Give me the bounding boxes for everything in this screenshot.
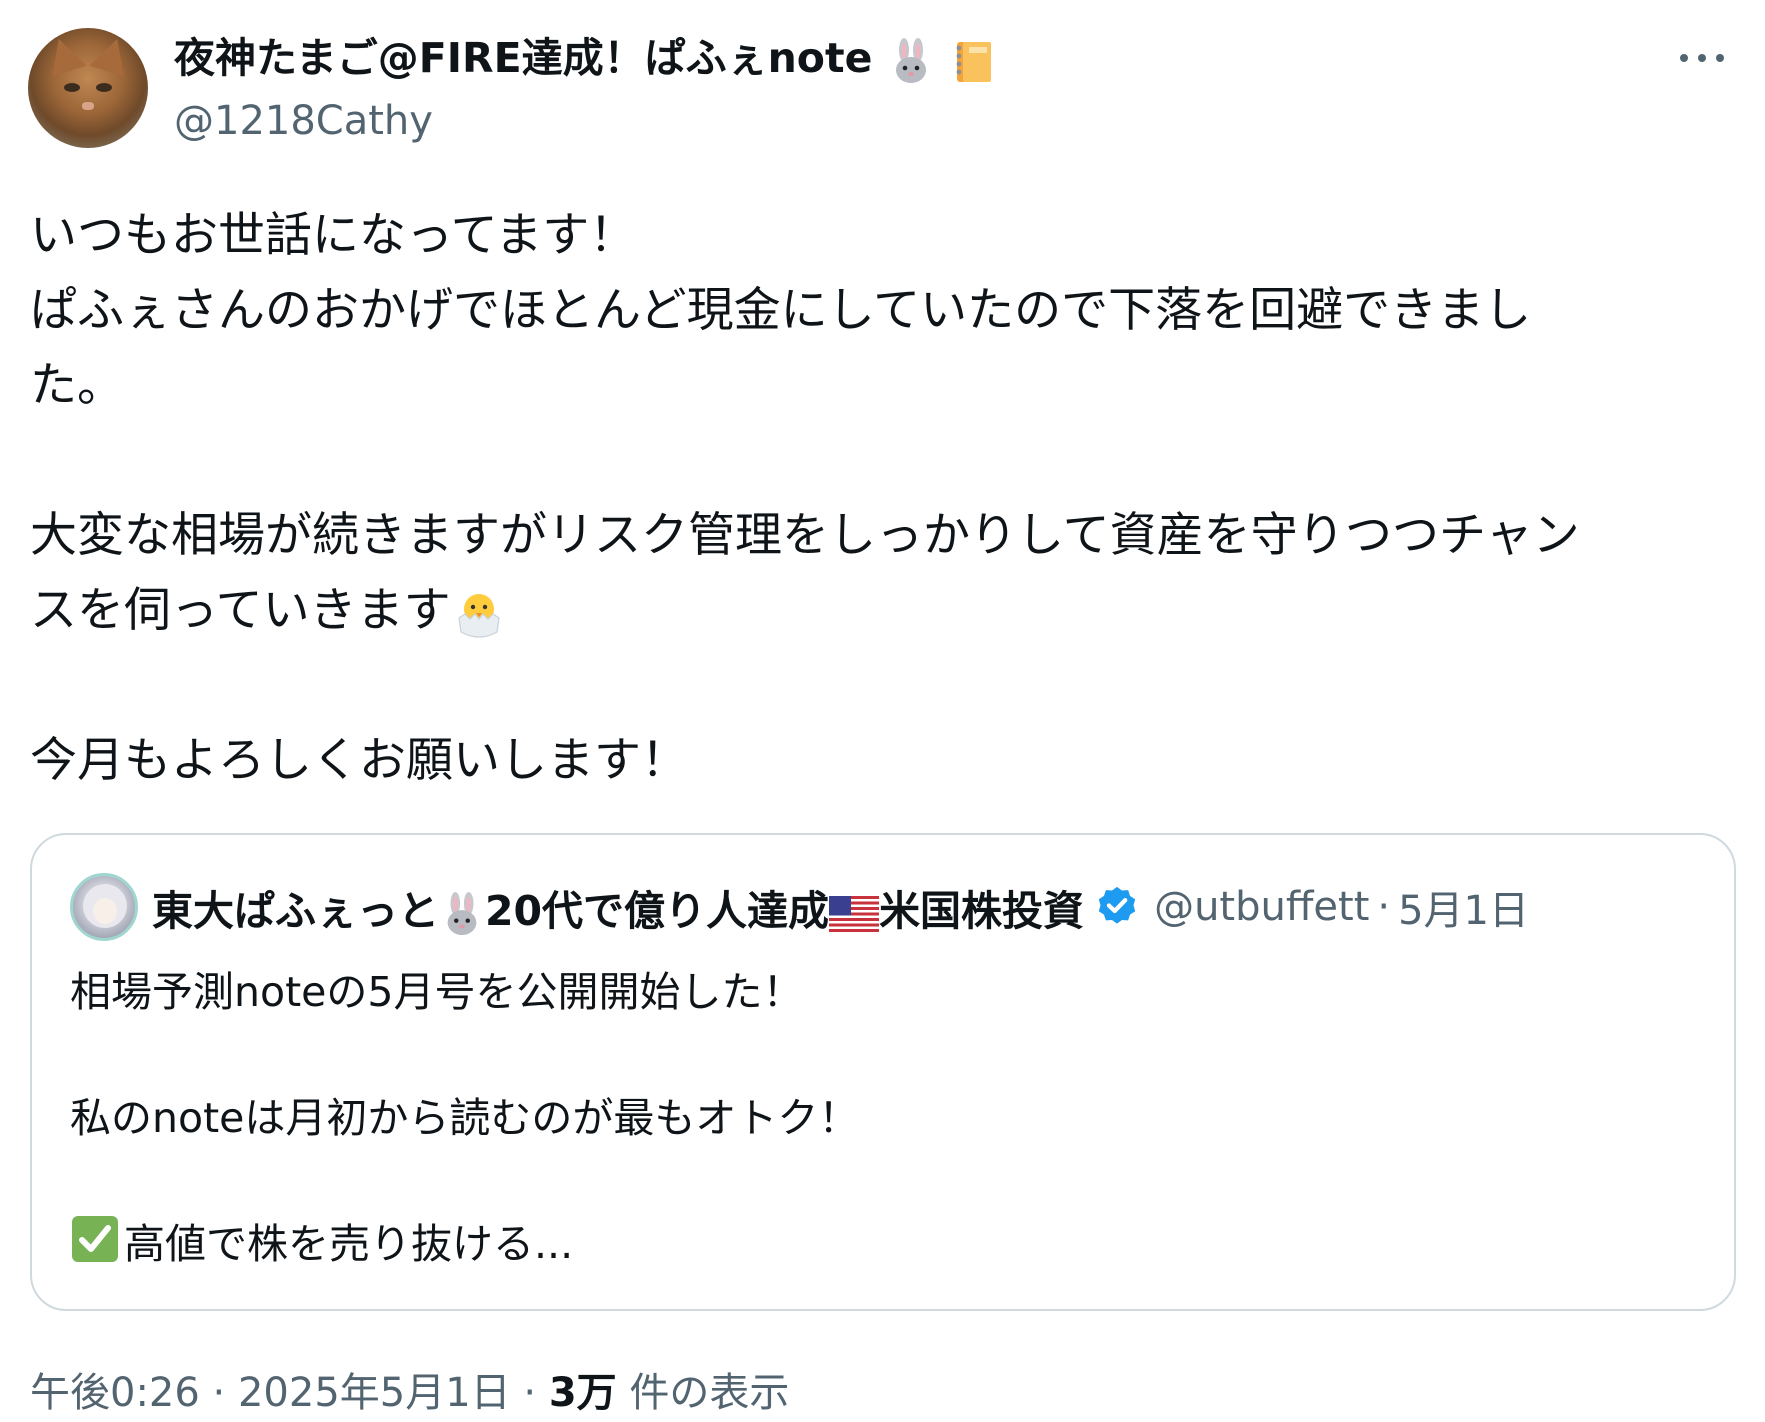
body-line: 今月もよろしくお願いします！	[30, 733, 688, 788]
author-avatar[interactable]	[28, 28, 148, 148]
verified-badge-icon	[1098, 886, 1136, 924]
quoted-line: 私のnoteは月初から読むのが最もオトク！	[70, 1094, 860, 1142]
check-mark-button-emoji	[72, 1216, 118, 1262]
quoted-line-text: 高値で株を売り抜ける...	[124, 1220, 574, 1268]
separator: ·	[523, 1370, 537, 1416]
tweet-metadata: 午後0:26 · 2025年5月1日 · 3万 件の表示	[30, 1366, 789, 1420]
views-label: 件の表示	[629, 1370, 790, 1416]
body-line: ぱふぇさんのおかげでほとんど現金にしていたので下落を回避できまし	[30, 283, 1532, 338]
us-flag-emoji	[829, 896, 880, 932]
dot-icon	[1680, 54, 1688, 62]
quoted-name-part: 米国株投資	[879, 887, 1085, 935]
body-line: いつもお世話になってます！	[30, 208, 637, 263]
body-line: 大変な相場が続きますがリスク管理をしっかりして資産を守りつつチャン	[30, 508, 1580, 563]
quoted-tweet-date[interactable]: 5月1日	[1398, 878, 1529, 936]
separator: ·	[1377, 884, 1391, 930]
quoted-line: 相場予測noteの5月号を公開開始した！	[70, 968, 804, 1016]
dot-icon	[1716, 54, 1724, 62]
hatching-chick-emoji	[458, 593, 500, 638]
rabbit-emoji	[895, 38, 926, 83]
author-name-text: 夜神たまご@FIRE達成！ぱふぇnote	[174, 34, 873, 82]
tweet-body: いつもお世話になってます！ ぱふぇさんのおかげでほとんど現金にしていたので下落を…	[30, 198, 1730, 798]
quoted-name-part: 東大ぱふぇっと	[152, 887, 439, 935]
author-display-name[interactable]: 夜神たまご@FIRE達成！ぱふぇnote	[174, 30, 997, 86]
quoted-tweet-body: 相場予測noteの5月号を公開開始した！ 私のnoteは月初から読むのが最もオト…	[70, 961, 1690, 1276]
views-count[interactable]: 3万	[549, 1370, 617, 1416]
post-date[interactable]: 2025年5月1日	[238, 1370, 511, 1416]
quoted-line-with-emoji: 高値で株を売り抜ける...	[70, 1213, 1690, 1276]
quoted-author-avatar[interactable]	[70, 873, 138, 941]
quoted-tweet-header: 東大ぱふぇっと 20代で億り人達成 米国株投資 @utbuffett · 5月1…	[152, 875, 1529, 939]
notebook-emoji	[956, 42, 991, 82]
quoted-author-handle[interactable]: @utbuffett	[1154, 884, 1369, 930]
body-line-text: スを伺っていきます	[30, 583, 451, 638]
body-line: た。	[30, 358, 124, 413]
separator: ·	[212, 1370, 226, 1416]
tweet: 夜神たまご@FIRE達成！ぱふぇnote @1218Cathy いつもお世話にな…	[0, 0, 1765, 1422]
more-options-button[interactable]	[1670, 38, 1734, 78]
quoted-tweet-card[interactable]: 東大ぱふぇっと 20代で億り人達成 米国株投資 @utbuffett · 5月1…	[30, 833, 1736, 1311]
quoted-author-name[interactable]: 東大ぱふぇっと 20代で億り人達成 米国株投資	[152, 877, 1084, 937]
post-time[interactable]: 午後0:26	[30, 1370, 200, 1416]
quoted-name-part: 20代で億り人達成	[485, 887, 830, 935]
rabbit-emoji	[447, 891, 477, 936]
author-handle[interactable]: @1218Cathy	[174, 94, 433, 148]
dot-icon	[1698, 54, 1706, 62]
body-line-with-emoji: スを伺っていきます	[30, 573, 1730, 648]
